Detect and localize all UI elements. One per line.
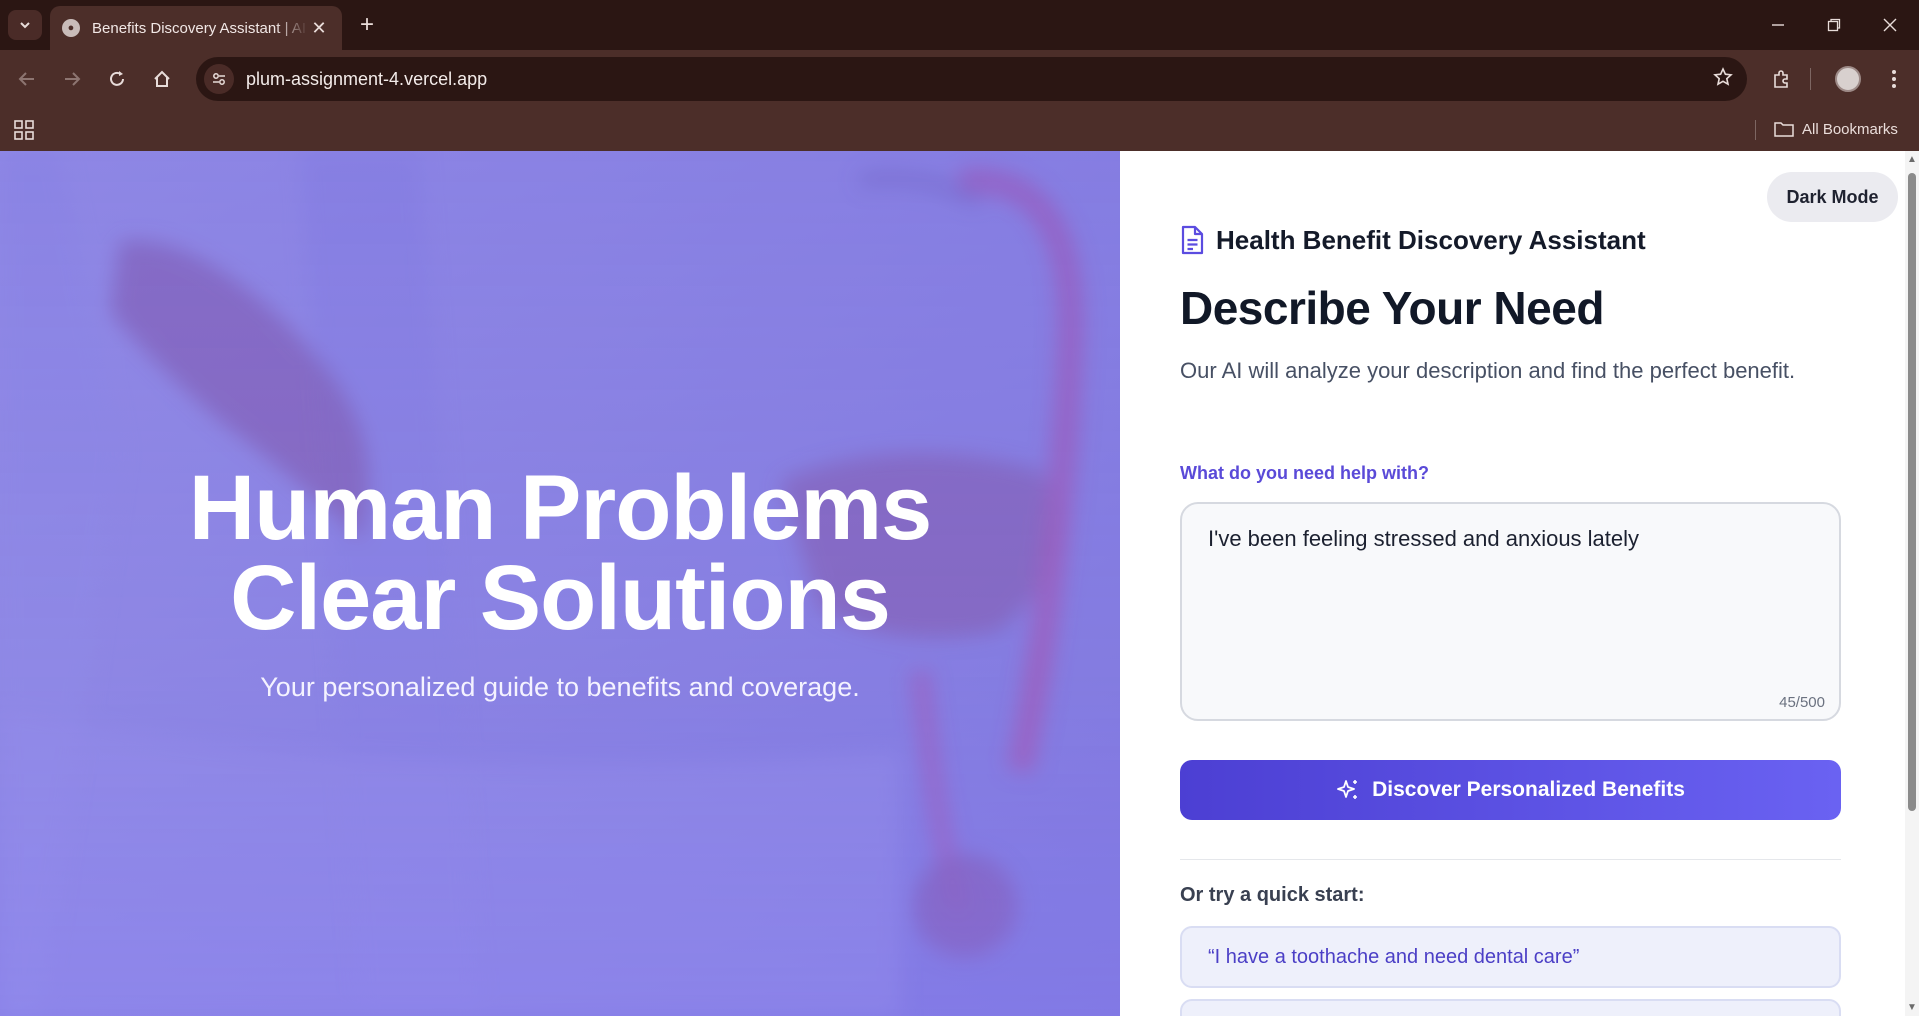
quick-start-title: Or try a quick start: <box>1180 884 1365 906</box>
forward-arrow-icon[interactable] <box>55 62 89 96</box>
scrollbar-thumb[interactable] <box>1908 173 1916 811</box>
discovery-panel: Dark Mode Health Benefit Discovery Assis… <box>1120 151 1905 1016</box>
sparkles-icon <box>1337 780 1358 799</box>
tab-search-button[interactable] <box>8 10 42 40</box>
hero-section: Human Problems Clear Solutions Your pers… <box>0 151 1120 1016</box>
app-name: Health Benefit Discovery Assistant <box>1216 224 1646 255</box>
toolbar-separator <box>1810 68 1811 90</box>
back-arrow-icon[interactable] <box>10 62 44 96</box>
tab-title: Benefits Discovery Assistant | AI <box>92 19 306 37</box>
section-divider <box>1180 859 1841 860</box>
discover-benefits-label: Discover Personalized Benefits <box>1372 778 1685 801</box>
close-tab-icon[interactable]: ✕ <box>308 18 330 39</box>
all-bookmarks-button[interactable]: All Bookmarks <box>1774 116 1898 142</box>
scroll-down-icon[interactable]: ▼ <box>1907 1003 1917 1013</box>
quick-start-item[interactable] <box>1180 999 1841 1016</box>
minimize-icon[interactable] <box>1750 8 1806 42</box>
need-textarea-container: I've been feeling stressed and anxious l… <box>1180 502 1841 721</box>
document-icon <box>1181 225 1204 255</box>
bookmarks-bar: All Bookmarks <box>0 108 1919 151</box>
page-scrollbar[interactable]: ▲ ▼ <box>1905 151 1919 1016</box>
new-tab-button[interactable]: + <box>352 10 382 40</box>
tab-strip: ● Benefits Discovery Assistant | AI ✕ + <box>0 0 1919 50</box>
scroll-up-icon[interactable]: ▲ <box>1907 155 1917 165</box>
bookmarks-separator <box>1755 120 1756 140</box>
folder-icon <box>1774 122 1794 137</box>
page-viewport: Human Problems Clear Solutions Your pers… <box>0 151 1919 1016</box>
hero-title: Human Problems Clear Solutions <box>0 457 1120 649</box>
app-header: Health Benefit Discovery Assistant <box>1180 223 1646 257</box>
close-window-icon[interactable] <box>1862 8 1918 42</box>
restore-icon[interactable] <box>1806 8 1862 42</box>
extensions-icon[interactable] <box>1764 62 1798 96</box>
browser-toolbar: plum-assignment-4.vercel.app <box>0 50 1919 108</box>
profile-avatar[interactable] <box>1831 62 1865 96</box>
hero-title-line1: Human Problems <box>188 457 933 559</box>
quick-start-dental[interactable]: “I have a toothache and need dental care… <box>1180 926 1841 988</box>
browser-tab[interactable]: ● Benefits Discovery Assistant | AI ✕ <box>50 6 342 50</box>
discover-benefits-button[interactable]: Discover Personalized Benefits <box>1180 760 1841 820</box>
site-settings-icon[interactable] <box>204 64 234 94</box>
chevron-down-icon <box>20 22 30 29</box>
need-field-label: What do you need help with? <box>1180 463 1429 483</box>
menu-kebab-icon[interactable] <box>1877 62 1911 96</box>
hero-subtitle: Your personalized guide to benefits and … <box>260 672 860 702</box>
address-bar[interactable]: plum-assignment-4.vercel.app <box>196 57 1747 101</box>
apps-grid-icon[interactable] <box>12 118 36 142</box>
character-counter: 45/500 <box>1779 694 1825 711</box>
url-text: plum-assignment-4.vercel.app <box>246 68 488 89</box>
page-title: Describe Your Need <box>1180 282 1604 334</box>
page-description: Our AI will analyze your description and… <box>1180 358 1796 383</box>
dark-mode-toggle[interactable]: Dark Mode <box>1767 172 1898 222</box>
globe-icon: ● <box>62 19 80 37</box>
home-icon[interactable] <box>145 62 179 96</box>
all-bookmarks-label: All Bookmarks <box>1802 120 1898 138</box>
hero-title-line2: Clear Solutions <box>230 547 891 649</box>
avatar <box>1835 66 1861 92</box>
bookmark-star-icon[interactable] <box>1713 66 1733 92</box>
reload-icon[interactable] <box>100 62 134 96</box>
need-textarea[interactable]: I've been feeling stressed and anxious l… <box>1182 504 1839 719</box>
